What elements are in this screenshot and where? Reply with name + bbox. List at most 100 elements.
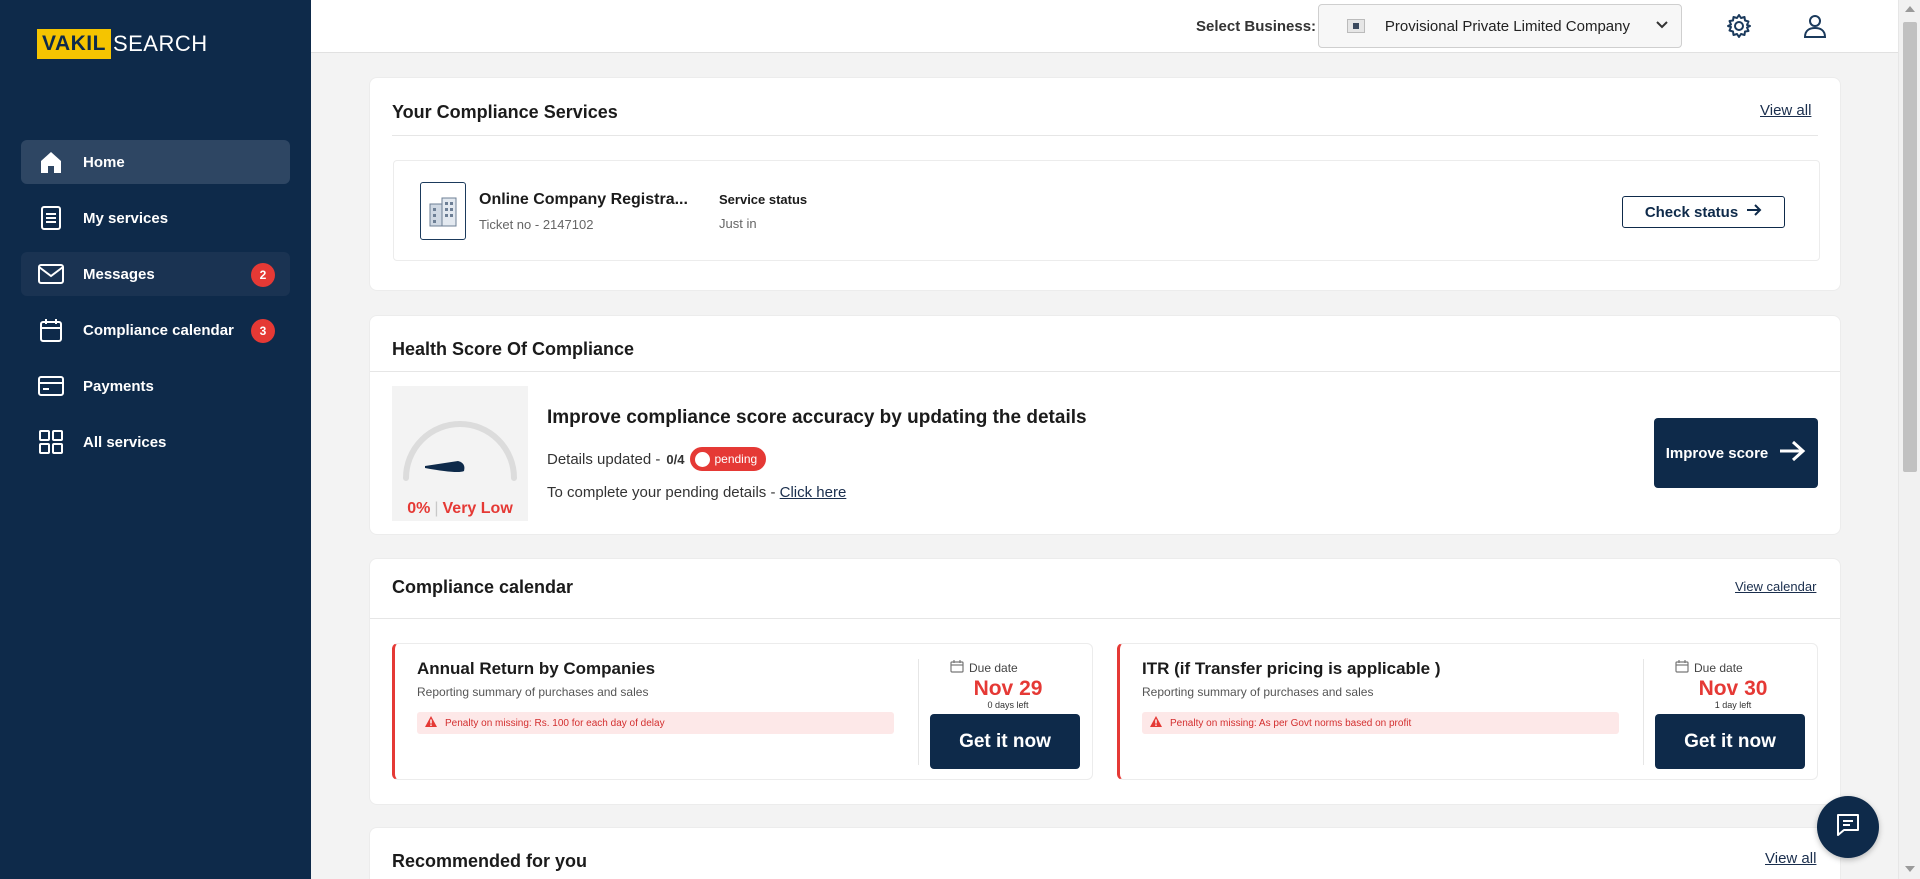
pending-details-row: To complete your pending details - Click…	[547, 484, 846, 501]
improve-score-button[interactable]: Improve score	[1654, 418, 1818, 488]
due-date-label: Due date	[969, 660, 1018, 675]
sidebar-item-label: Home	[83, 153, 125, 171]
services-view-all-link[interactable]: View all	[1760, 102, 1811, 119]
improve-score-label: Improve score	[1665, 444, 1769, 462]
card-divider	[392, 135, 1818, 136]
recommended-title: Recommended for you	[392, 851, 588, 871]
gear-icon[interactable]	[1725, 12, 1753, 40]
card-divider	[370, 371, 1840, 372]
check-status-label: Check status	[1644, 203, 1739, 221]
details-count: 0/4	[666, 451, 685, 467]
calendar-item-divider	[918, 659, 919, 765]
penalty-text: Penalty on missing: As per Govt norms ba…	[1170, 717, 1412, 729]
calendar-item-subtitle: Reporting summary of purchases and sales	[1142, 685, 1374, 699]
gauge-needle	[425, 461, 465, 472]
warning-icon	[425, 716, 437, 730]
top-header: Select Business: Provisional Private Lim…	[311, 0, 1898, 53]
gauge-arc	[403, 421, 517, 481]
compliance-services-title: Your Compliance Services	[392, 102, 618, 122]
document-list-icon	[37, 204, 65, 232]
service-status-label: Service status	[719, 192, 808, 207]
scroll-up-arrow[interactable]	[1905, 6, 1915, 12]
calendar-item-subtitle: Reporting summary of purchases and sales	[417, 685, 649, 699]
calendar-small-icon	[1675, 659, 1689, 676]
service-name: Online Company Registra...	[479, 191, 688, 208]
service-ticket: Ticket no - 2147102	[479, 217, 594, 232]
user-icon[interactable]	[1801, 12, 1829, 40]
calendar-icon	[37, 316, 65, 344]
sidebar-item-label: Messages	[83, 265, 155, 283]
sidebar-item-payments[interactable]: Payments	[21, 364, 290, 408]
due-date-value: Nov 30	[1698, 677, 1768, 700]
business-select[interactable]: Provisional Private Limited Company	[1318, 4, 1682, 48]
page-scrollbar[interactable]	[1898, 0, 1920, 879]
calendar-small-icon	[950, 659, 964, 676]
calendar-item-title: ITR (if Transfer pricing is applicable )	[1142, 659, 1441, 678]
due-date-row: Due date	[1675, 659, 1825, 676]
recommended-card: Recommended for you View all	[369, 827, 1841, 879]
chat-button[interactable]	[1817, 796, 1879, 858]
click-here-link[interactable]: Click here	[780, 484, 847, 501]
grid-icon	[37, 428, 65, 456]
calendar-item: ITR (if Transfer pricing is applicable )…	[1117, 643, 1818, 780]
logo-part-2: SEARCH	[112, 31, 208, 56]
sidebar-item-my-services[interactable]: My services	[21, 196, 290, 240]
details-updated-label: Details updated -	[547, 450, 661, 468]
penalty-banner: Penalty on missing: As per Govt norms ba…	[1142, 712, 1619, 734]
penalty-text: Penalty on missing: Rs. 100 for each day…	[445, 717, 665, 729]
arrow-right-icon	[1778, 439, 1806, 467]
calendar-item-title: Annual Return by Companies	[417, 659, 656, 678]
due-date-value: Nov 29	[973, 677, 1043, 700]
calendar-item: Annual Return by Companies Reporting sum…	[392, 643, 1093, 780]
arrow-right-icon	[1746, 203, 1762, 221]
pending-details-text: To complete your pending details -	[547, 484, 776, 501]
sidebar-item-messages[interactable]: Messages 2	[21, 252, 290, 296]
score-percent: 0%	[407, 500, 431, 517]
sidebar-item-home[interactable]: Home	[21, 140, 290, 184]
days-left: 0 days left	[987, 700, 1029, 710]
view-calendar-link[interactable]: View calendar	[1735, 579, 1816, 594]
health-score-card: Health Score Of Compliance 0% | Very Low I…	[369, 315, 1841, 535]
messages-count-badge: 2	[251, 263, 275, 287]
scrollbar-thumb[interactable]	[1903, 22, 1917, 472]
business-select-value: Provisional Private Limited Company	[1384, 17, 1630, 35]
building-icon	[420, 182, 466, 240]
service-item: Online Company Registra... Ticket no - 2…	[393, 160, 1820, 261]
days-left: 1 day left	[1714, 700, 1752, 710]
details-updated-row: Details updated - 0/4 pending	[547, 447, 767, 471]
recommended-view-all-link[interactable]: View all	[1765, 850, 1816, 867]
calendar-item-divider	[1643, 659, 1644, 765]
health-score-title: Health Score Of Compliance	[392, 339, 635, 359]
sidebar-item-label: My services	[83, 209, 169, 227]
pending-label: pending	[714, 452, 758, 466]
score-rating: Very Low	[442, 500, 513, 517]
select-business-label: Select Business:	[1196, 18, 1317, 35]
gauge-score-text: 0% | Very Low	[407, 500, 513, 517]
logo-part-1: VAKIL	[37, 29, 111, 59]
warning-icon	[1150, 716, 1162, 730]
health-headline: Improve compliance score accuracy by upd…	[547, 407, 1087, 428]
sidebar-item-label: Compliance calendar	[83, 321, 234, 339]
due-date-row: Due date	[950, 659, 1100, 676]
sidebar: VAKIL SEARCH Home My services Messages 2	[0, 0, 311, 879]
chat-icon	[1834, 811, 1862, 844]
service-status-value: Just in	[719, 216, 757, 231]
scroll-down-arrow[interactable]	[1905, 866, 1915, 872]
logo[interactable]: VAKIL SEARCH	[37, 29, 208, 59]
mail-icon	[37, 260, 65, 288]
check-status-button[interactable]: Check status	[1622, 196, 1785, 228]
card-divider	[370, 618, 1840, 619]
get-it-now-button[interactable]: Get it now	[1655, 714, 1805, 769]
sidebar-item-all-services[interactable]: All services	[21, 420, 290, 464]
compliance-calendar-card: Compliance calendar View calendar Annual…	[369, 558, 1841, 805]
compliance-services-card: Your Compliance Services View all Online…	[369, 77, 1841, 291]
business-flag-icon	[1347, 19, 1365, 33]
sidebar-item-label: All services	[83, 433, 167, 451]
home-icon	[37, 148, 65, 176]
pending-toggle[interactable]: pending	[690, 447, 767, 471]
get-it-now-button[interactable]: Get it now	[930, 714, 1080, 769]
card-icon	[37, 372, 65, 400]
sidebar-nav: Home My services Messages 2 Compliance c…	[21, 140, 290, 476]
calendar-count-badge: 3	[251, 319, 275, 343]
sidebar-item-compliance-calendar[interactable]: Compliance calendar 3	[21, 308, 290, 352]
